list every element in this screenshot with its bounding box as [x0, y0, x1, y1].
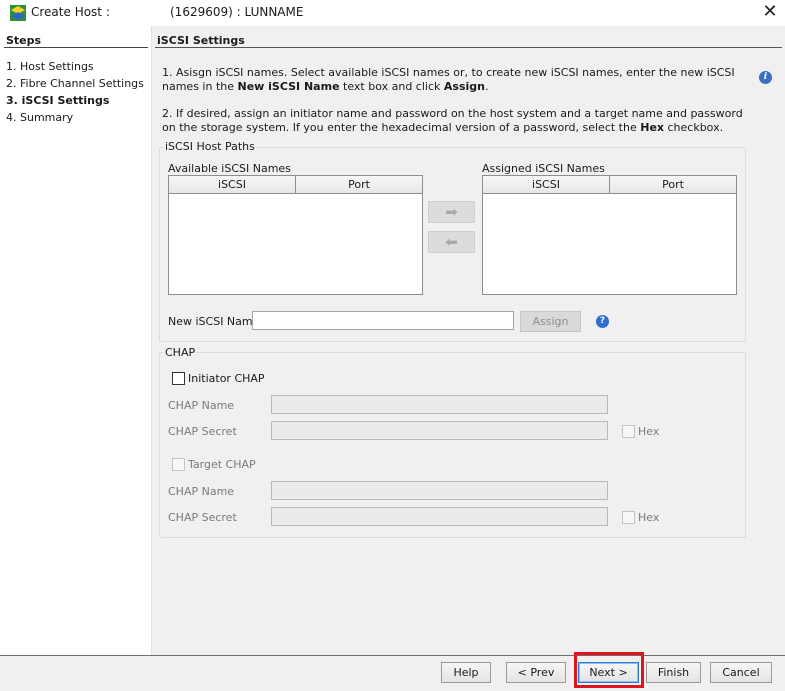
main-content: iSCSI Settings 1. Asisgn iSCSI names. Se…	[152, 26, 785, 655]
instruction-2: 2. If desired, assign an initiator name …	[162, 107, 747, 135]
step-summary[interactable]: 4. Summary	[6, 111, 73, 124]
prev-button[interactable]: < Prev	[506, 662, 566, 683]
steps-heading: Steps	[6, 34, 42, 47]
initiator-chap-secret-input[interactable]	[271, 421, 608, 440]
arrow-right-icon: ➡	[445, 203, 458, 221]
wizard-footer: Help < Prev Next > Finish Cancel	[0, 652, 785, 691]
instruction-1-middle: text box and click	[339, 80, 444, 93]
initiator-chap-name-label: CHAP Name	[168, 399, 235, 412]
new-iscsi-name-label: New iSCSI Name	[168, 315, 260, 328]
target-hex-label: Hex	[638, 511, 660, 524]
instruction-1-bold-name: New iSCSI Name	[237, 80, 340, 93]
instruction-2-suffix: checkbox.	[664, 121, 724, 134]
instruction-1-bold-assign: Assign	[443, 80, 485, 93]
add-to-assigned-button[interactable]: ➡	[428, 201, 475, 223]
instruction-2-bold-hex: Hex	[640, 121, 664, 134]
target-chap-name-input[interactable]	[271, 481, 608, 500]
remove-from-assigned-button[interactable]: ⬅	[428, 231, 475, 253]
instruction-1: 1. Asisgn iSCSI names. Select available …	[162, 66, 747, 94]
close-window-button[interactable]: ✕	[755, 0, 785, 26]
step-iscsi-settings[interactable]: 3. iSCSI Settings	[6, 94, 109, 107]
assign-button[interactable]: Assign	[520, 311, 581, 332]
close-icon: ✕	[762, 1, 778, 22]
target-chap-secret-input[interactable]	[271, 507, 608, 526]
section-divider	[155, 47, 782, 48]
column-header-iscsi[interactable]: iSCSI	[169, 176, 295, 193]
app-logo-icon	[10, 5, 26, 21]
available-iscsi-names-label: Available iSCSI Names	[168, 162, 291, 175]
next-button-highlight	[574, 652, 644, 688]
assigned-iscsi-names-label: Assigned iSCSI Names	[482, 162, 605, 175]
iscsi-host-paths-label: iSCSI Host Paths	[164, 140, 256, 153]
window-titlebar: Create Host : (1629609) : LUNNAME ✕	[0, 0, 785, 26]
target-chap-name-label: CHAP Name	[168, 485, 235, 498]
initiator-chap-name-input[interactable]	[271, 395, 608, 414]
initiator-hex-label: Hex	[638, 425, 660, 438]
section-title: iSCSI Settings	[157, 34, 245, 47]
target-chap-checkbox[interactable]	[172, 458, 185, 471]
info-icon[interactable]: i	[759, 71, 772, 84]
initiator-chap-label: Initiator CHAP	[188, 372, 265, 385]
available-iscsi-table[interactable]: iSCSI Port	[168, 175, 423, 295]
target-chap-secret-label: CHAP Secret	[168, 511, 237, 524]
initiator-chap-checkbox[interactable]	[172, 372, 185, 385]
instruction-1-suffix: .	[484, 80, 489, 93]
window-title-label: Create Host :	[31, 5, 110, 19]
steps-divider	[4, 47, 148, 48]
step-fibre-channel-settings[interactable]: 2. Fibre Channel Settings	[6, 77, 144, 90]
column-header-port[interactable]: Port	[295, 176, 422, 193]
table-header: iSCSI Port	[483, 176, 736, 194]
table-header: iSCSI Port	[169, 176, 422, 194]
chap-label: CHAP	[164, 346, 197, 359]
step-host-settings[interactable]: 1. Host Settings	[6, 60, 94, 73]
arrow-left-icon: ⬅	[445, 233, 458, 251]
finish-button[interactable]: Finish	[646, 662, 701, 683]
initiator-chap-secret-label: CHAP Secret	[168, 425, 237, 438]
cancel-button[interactable]: Cancel	[710, 662, 772, 683]
assigned-iscsi-table[interactable]: iSCSI Port	[482, 175, 737, 295]
target-chap-label: Target CHAP	[188, 458, 256, 471]
column-header-port[interactable]: Port	[609, 176, 736, 193]
column-header-iscsi[interactable]: iSCSI	[483, 176, 609, 193]
help-icon[interactable]: ?	[596, 315, 609, 328]
help-button[interactable]: Help	[441, 662, 491, 683]
steps-sidebar: Steps 1. Host Settings 2. Fibre Channel …	[0, 26, 152, 655]
initiator-hex-checkbox[interactable]	[622, 425, 635, 438]
new-iscsi-name-input[interactable]	[252, 311, 514, 330]
target-hex-checkbox[interactable]	[622, 511, 635, 524]
window-title-value: (1629609) : LUNNAME	[170, 5, 304, 19]
